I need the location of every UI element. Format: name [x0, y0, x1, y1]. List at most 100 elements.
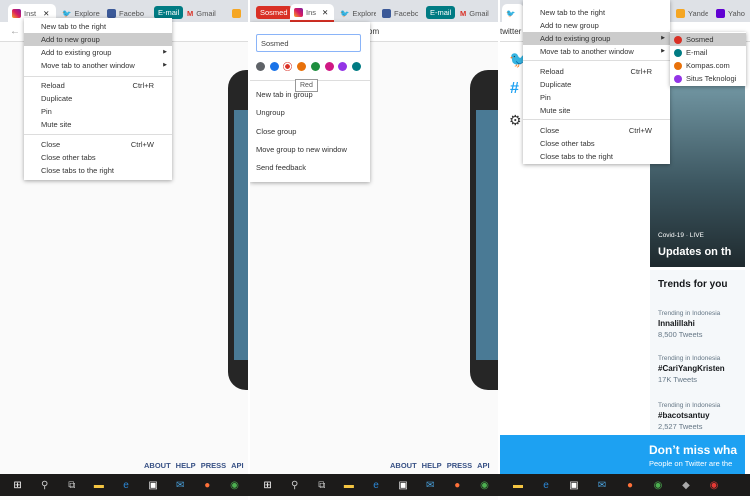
file-explorer-icon[interactable]: ▬	[85, 474, 112, 496]
menu-reload[interactable]: Reload Ctrl+R	[24, 79, 172, 92]
back-icon[interactable]: ←	[10, 26, 20, 37]
chrome-icon[interactable]: ◉	[700, 474, 728, 496]
mail-icon[interactable]: ✉	[417, 474, 444, 496]
footer-help[interactable]: HELP	[176, 461, 196, 470]
menu-add-to-new-group[interactable]: Add to new group	[523, 19, 670, 32]
menu-close-tabs-right[interactable]: Close tabs to the right	[523, 150, 670, 163]
menu-add-to-existing-group[interactable]: Add to existing group ▶	[24, 46, 172, 59]
trend-count: 8,500 Tweets	[658, 330, 703, 339]
trend-item[interactable]: Trending in Indonesia #CariYangKristen 1…	[658, 355, 725, 384]
footer-api[interactable]: API	[477, 461, 490, 470]
menu-close-other-tabs[interactable]: Close other tabs	[523, 137, 670, 150]
store-icon[interactable]: ▣	[140, 474, 167, 496]
footer-help[interactable]: HELP	[422, 461, 442, 470]
group-color-dot	[674, 48, 682, 57]
firefox-icon[interactable]: ●	[444, 474, 471, 496]
footer-api[interactable]: API	[231, 461, 244, 470]
tab-title: Explore	[74, 8, 100, 18]
submenu-group-item[interactable]: Situs Teknologi	[670, 72, 746, 85]
store-icon[interactable]: ▣	[390, 474, 417, 496]
menu-add-to-new-group[interactable]: Add to new group	[24, 33, 172, 46]
color-swatch[interactable]	[310, 62, 320, 71]
menu-mute-site[interactable]: Mute site	[24, 118, 172, 131]
task-view-icon[interactable]: ⧉	[58, 474, 85, 496]
color-swatch[interactable]	[324, 62, 334, 71]
chrome-icon[interactable]: ◉	[644, 474, 672, 496]
panel-add-to-new-group: Inst ✕ 🐦 Explore Facebo E-mail M Gmail ← A…	[0, 0, 248, 500]
windows-start-icon[interactable]: ⊞	[254, 474, 281, 496]
color-swatch[interactable]	[256, 62, 265, 71]
footer-press[interactable]: PRESS	[447, 461, 472, 470]
store-icon[interactable]: ▣	[560, 474, 588, 496]
menu-add-to-existing-group[interactable]: Add to existing group ▶	[523, 32, 670, 45]
submenu-group-item[interactable]: Kompas.com	[670, 59, 746, 72]
file-explorer-icon[interactable]: ▬	[504, 474, 532, 496]
firefox-icon[interactable]: ●	[616, 474, 644, 496]
group-chip-sosmed[interactable]: Sosmed	[256, 6, 292, 19]
footer-about[interactable]: ABOUT	[144, 461, 171, 470]
menu-move-tab-window[interactable]: Move tab to another window ▶	[24, 59, 172, 72]
mail-icon[interactable]: ✉	[167, 474, 194, 496]
chrome-icon[interactable]: ◉	[221, 474, 248, 496]
settings-gear-icon[interactable]: ⚙	[509, 112, 522, 129]
mail-icon[interactable]: ✉	[588, 474, 616, 496]
menu-move-tab-window[interactable]: Move tab to another window ▶	[523, 45, 670, 58]
tab-instagram[interactable]: Ins ✕	[290, 4, 334, 22]
trend-context: Trending in Indonesia	[658, 310, 721, 317]
edge-icon[interactable]: e	[532, 474, 560, 496]
tab-twitter[interactable]: 🐦	[502, 4, 524, 22]
windows-start-icon[interactable]: ⊞	[4, 474, 31, 496]
search-icon[interactable]: ⚲	[281, 474, 308, 496]
firefox-icon[interactable]: ●	[194, 474, 221, 496]
tab-gmail[interactable]: M Gmail	[456, 4, 498, 22]
footer-about[interactable]: ABOUT	[390, 461, 417, 470]
color-swatch[interactable]	[351, 62, 361, 71]
close-tab-icon[interactable]: ✕	[322, 8, 328, 17]
task-view-icon[interactable]: ⧉	[308, 474, 335, 496]
menu-close-tabs-right[interactable]: Close tabs to the right	[24, 164, 172, 177]
menu-ungroup[interactable]: Ungroup	[250, 106, 370, 119]
menu-send-feedback[interactable]: Send feedback	[250, 161, 370, 174]
tab-gmail[interactable]: M Gmail	[183, 4, 225, 22]
group-name-input[interactable]: Sosmed	[256, 34, 361, 52]
menu-move-group-window[interactable]: Move group to new window	[250, 143, 370, 156]
menu-close[interactable]: Close Ctrl+W	[523, 124, 670, 137]
trend-item[interactable]: Trending in Indonesia Innalillahi 8,500 …	[658, 310, 720, 339]
menu-new-tab-right[interactable]: New tab to the right	[24, 20, 172, 33]
group-color-dot	[674, 74, 682, 83]
edge-icon[interactable]: e	[112, 474, 139, 496]
menu-duplicate[interactable]: Duplicate	[24, 92, 172, 105]
footer-press[interactable]: PRESS	[201, 461, 226, 470]
tab-explore[interactable]: 🐦 Explore	[336, 4, 376, 22]
menu-pin[interactable]: Pin	[523, 91, 670, 104]
menu-close[interactable]: Close Ctrl+W	[24, 138, 172, 151]
tab-yandex[interactable]	[228, 4, 248, 22]
color-swatch[interactable]	[269, 62, 279, 71]
app-icon[interactable]: ◆	[672, 474, 700, 496]
explore-hash-icon[interactable]: #	[510, 80, 519, 98]
menu-close-group[interactable]: Close group	[250, 125, 370, 138]
menu-mute-site[interactable]: Mute site	[523, 104, 670, 117]
search-icon[interactable]: ⚲	[31, 474, 58, 496]
twitter-icon: 🐦	[62, 8, 72, 18]
trend-name: Innalillahi	[658, 319, 695, 328]
color-swatch[interactable]	[297, 62, 307, 71]
edge-icon[interactable]: e	[362, 474, 389, 496]
menu-new-tab-right[interactable]: New tab to the right	[523, 6, 670, 19]
file-explorer-icon[interactable]: ▬	[335, 474, 362, 496]
submenu-group-item[interactable]: Sosmed	[670, 33, 746, 46]
menu-reload[interactable]: Reload Ctrl+R	[523, 65, 670, 78]
chrome-icon[interactable]: ◉	[471, 474, 498, 496]
tab-facebook[interactable]: Facebo	[378, 4, 418, 22]
submenu-group-item[interactable]: E-mail	[670, 46, 746, 59]
menu-close-other-tabs[interactable]: Close other tabs	[24, 151, 172, 164]
close-tab-icon[interactable]: ✕	[43, 9, 49, 18]
group-chip-email[interactable]: E-mail	[426, 6, 456, 19]
color-swatch[interactable]	[283, 62, 293, 71]
trend-item[interactable]: Trending in Indonesia #bacotsantuy 2,527…	[658, 402, 720, 431]
tab-yahoo[interactable]: Yaho	[712, 4, 750, 22]
tab-yandex[interactable]: Yande	[672, 4, 708, 22]
menu-pin[interactable]: Pin	[24, 105, 172, 118]
menu-duplicate[interactable]: Duplicate	[523, 78, 670, 91]
color-swatch[interactable]	[338, 62, 348, 71]
